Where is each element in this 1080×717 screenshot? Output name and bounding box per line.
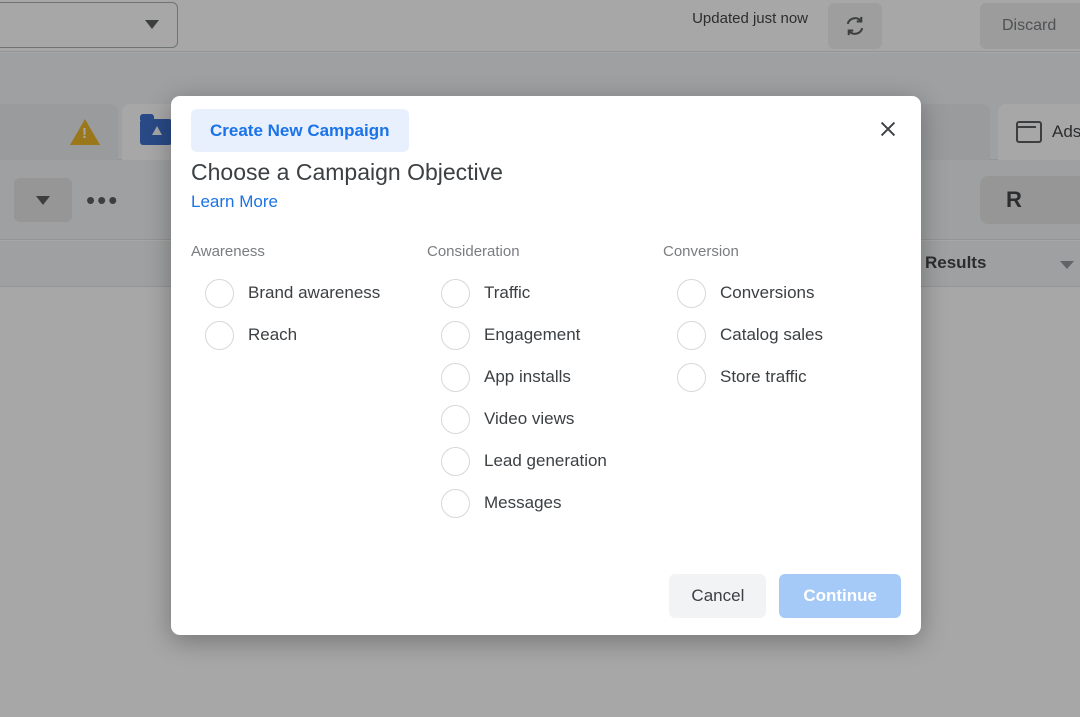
column-title: Conversion xyxy=(663,243,899,261)
objective-option-label: Store traffic xyxy=(720,367,807,387)
objective-option-label: Lead generation xyxy=(484,451,607,471)
close-button[interactable] xyxy=(869,110,907,148)
objective-option-label: Messages xyxy=(484,493,561,513)
learn-more-link[interactable]: Learn More xyxy=(191,192,278,212)
objective-option-brand-awareness[interactable]: Brand awareness xyxy=(191,272,427,314)
radio-button[interactable] xyxy=(677,321,706,350)
objective-option-label: Video views xyxy=(484,409,574,429)
radio-button[interactable] xyxy=(205,321,234,350)
objective-option-label: Conversions xyxy=(720,283,815,303)
objective-option-reach[interactable]: Reach xyxy=(191,314,427,356)
objective-option-label: Reach xyxy=(248,325,297,345)
objective-option-lead-generation[interactable]: Lead generation xyxy=(427,440,663,482)
objective-option-store-traffic[interactable]: Store traffic xyxy=(663,356,899,398)
radio-button[interactable] xyxy=(677,279,706,308)
objective-option-label: Brand awareness xyxy=(248,283,380,303)
objective-option-label: Catalog sales xyxy=(720,325,823,345)
dialog-title: Choose a Campaign Objective xyxy=(191,159,503,186)
objective-column-consideration: Consideration Traffic Engagement App ins… xyxy=(427,243,663,524)
create-campaign-dialog: Create New Campaign Choose a Campaign Ob… xyxy=(171,96,921,635)
objective-column-conversion: Conversion Conversions Catalog sales Sto… xyxy=(663,243,899,524)
objective-option-app-installs[interactable]: App installs xyxy=(427,356,663,398)
objective-option-messages[interactable]: Messages xyxy=(427,482,663,524)
cancel-button[interactable]: Cancel xyxy=(669,574,766,618)
radio-button[interactable] xyxy=(441,279,470,308)
close-icon xyxy=(877,118,899,140)
objective-column-awareness: Awareness Brand awareness Reach xyxy=(191,243,427,524)
continue-button[interactable]: Continue xyxy=(779,574,901,618)
objective-option-label: Traffic xyxy=(484,283,530,303)
radio-button[interactable] xyxy=(441,489,470,518)
objective-option-label: Engagement xyxy=(484,325,580,345)
column-title: Awareness xyxy=(191,243,427,261)
objective-option-conversions[interactable]: Conversions xyxy=(663,272,899,314)
objective-option-catalog-sales[interactable]: Catalog sales xyxy=(663,314,899,356)
create-new-campaign-pill: Create New Campaign xyxy=(191,109,409,152)
column-title: Consideration xyxy=(427,243,663,261)
radio-button[interactable] xyxy=(441,447,470,476)
radio-button[interactable] xyxy=(677,363,706,392)
objective-option-traffic[interactable]: Traffic xyxy=(427,272,663,314)
objective-columns: Awareness Brand awareness Reach Consider… xyxy=(191,243,901,524)
objective-option-engagement[interactable]: Engagement xyxy=(427,314,663,356)
objective-option-video-views[interactable]: Video views xyxy=(427,398,663,440)
radio-button[interactable] xyxy=(441,405,470,434)
radio-button[interactable] xyxy=(205,279,234,308)
objective-option-label: App installs xyxy=(484,367,571,387)
dialog-footer: Cancel Continue xyxy=(669,574,901,618)
radio-button[interactable] xyxy=(441,321,470,350)
radio-button[interactable] xyxy=(441,363,470,392)
